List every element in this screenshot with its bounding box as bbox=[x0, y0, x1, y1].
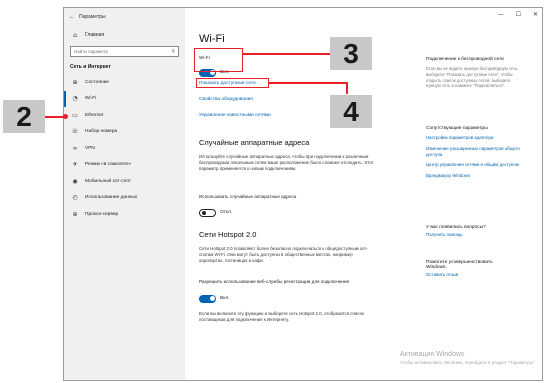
callout-3: 3 bbox=[330, 37, 372, 70]
airplane-icon: ✈ bbox=[72, 161, 78, 169]
right-heading: У вас появились вопросы? bbox=[426, 225, 486, 230]
sidebar-item-label: Ethernet bbox=[85, 112, 104, 118]
hotspot-text: Сети Hotspot 2.0 позволяют более безопас… bbox=[199, 246, 368, 264]
callout-4-highlight bbox=[196, 78, 269, 88]
home-icon: ⌂ bbox=[73, 31, 77, 39]
callout-4-line bbox=[269, 82, 347, 84]
hardware-properties-link[interactable]: Свойства оборудования bbox=[199, 97, 253, 102]
sidebar-item-6[interactable]: ◉ Мобильный хот-спот bbox=[64, 173, 185, 190]
search-placeholder: Найти параметр bbox=[74, 49, 109, 54]
callout-2: 2 bbox=[3, 100, 45, 133]
back-arrow-icon[interactable]: ← bbox=[69, 14, 79, 20]
data-usage-icon: ◴ bbox=[72, 194, 78, 202]
right-text: Если вы не видите нужную беспроводную се… bbox=[426, 66, 519, 89]
right-panel-connect: Подключение к беспроводной сети Если вы … bbox=[426, 57, 524, 89]
globe-icon: ⊕ bbox=[72, 78, 78, 86]
right-heading: Подключение к беспроводной сети bbox=[426, 57, 504, 62]
sidebar-item-label: Использование данных bbox=[85, 195, 138, 201]
window-controls: — ☐ ✕ bbox=[498, 11, 538, 18]
hotspot-icon: ◉ bbox=[72, 177, 78, 185]
right-panel-related: Сопутствующие параметры Настройка параме… bbox=[426, 126, 524, 179]
sidebar-nav: ⊕ Состояние ◔ Wi-Fi ▭ Ethernet ☏ Набор номера ∞ V… bbox=[64, 74, 185, 223]
sidebar-item-0[interactable]: ⊕ Состояние bbox=[64, 74, 185, 91]
sidebar-item-label: Состояние bbox=[85, 79, 109, 85]
sidebar-item-home[interactable]: ⌂ Главная bbox=[64, 28, 185, 42]
watermark-text: Чтобы активировать Windows, перейдите в … bbox=[400, 360, 536, 365]
page-title: Wi-Fi bbox=[199, 33, 225, 45]
random-addresses-text: Используйте случайные аппаратные адреса,… bbox=[199, 154, 374, 172]
close-button[interactable]: ✕ bbox=[533, 11, 538, 18]
random-addresses-state: Откл. bbox=[220, 210, 233, 216]
callout-3-line bbox=[243, 53, 330, 55]
sidebar-item-label: VPN bbox=[85, 145, 95, 151]
random-addresses-row: Откл. bbox=[199, 204, 232, 222]
sidebar: ← Параметры ⌂ Главная Найти параметр ⚲ С… bbox=[64, 8, 185, 380]
ethernet-icon: ▭ bbox=[72, 111, 78, 119]
maximize-button[interactable]: ☐ bbox=[516, 11, 521, 18]
right-heading: Помогите усовершенствовать Windows. bbox=[426, 260, 493, 270]
activation-watermark: Активация Windows Чтобы активировать Win… bbox=[400, 351, 536, 365]
sidebar-item-label: Мобильный хот-спот bbox=[85, 178, 132, 184]
settings-window: ← Параметры ⌂ Главная Найти параметр ⚲ С… bbox=[63, 7, 543, 381]
get-help-link[interactable]: Получить помощь bbox=[426, 232, 524, 238]
sidebar-item-label: Wi-Fi bbox=[85, 96, 97, 102]
sidebar-item-1[interactable]: ◔ Wi-Fi bbox=[64, 90, 185, 107]
callout-4: 4 bbox=[330, 95, 372, 128]
sidebar-item-label: Главная bbox=[85, 32, 105, 38]
globe-icon: ⊕ bbox=[72, 210, 78, 218]
callout-3-highlight bbox=[194, 48, 243, 72]
sidebar-item-7[interactable]: ◴ Использование данных bbox=[64, 190, 185, 207]
vpn-icon: ∞ bbox=[72, 144, 78, 152]
random-addresses-heading: Случайные аппаратные адреса bbox=[199, 138, 310, 147]
callout-2-dot bbox=[63, 114, 68, 119]
sidebar-item-2[interactable]: ▭ Ethernet bbox=[64, 107, 185, 124]
wifi-icon: ◔ bbox=[72, 95, 78, 103]
sidebar-item-label: Режим «в самолете» bbox=[85, 162, 132, 168]
watermark-title: Активация Windows bbox=[400, 351, 465, 358]
callout-4-line-vertical bbox=[346, 82, 348, 94]
sidebar-section-title: Сеть и Интернет bbox=[70, 64, 111, 70]
sidebar-item-label: Прокси-сервер bbox=[85, 211, 119, 217]
sharing-options-link[interactable]: Изменение расширенных параметров общего … bbox=[426, 146, 524, 158]
sidebar-item-5[interactable]: ✈ Режим «в самолете» bbox=[64, 157, 185, 174]
feedback-link[interactable]: Оставить отзыв bbox=[426, 272, 524, 278]
hotspot-note: Если вы включите эту функцию и выберете … bbox=[199, 311, 364, 323]
hotspot-label: Разрешить использование веб-службы регис… bbox=[199, 279, 350, 284]
hotspot-toggle-state: Вкл. bbox=[220, 296, 230, 302]
hotspot-toggle[interactable] bbox=[199, 294, 216, 303]
random-addresses-toggle[interactable] bbox=[199, 208, 216, 217]
network-center-link[interactable]: Центр управления сетями и общим доступом bbox=[426, 162, 524, 168]
window-title: Параметры bbox=[79, 13, 106, 20]
firewall-link[interactable]: Брандмауэр Windows bbox=[426, 173, 524, 179]
search-icon: ⚲ bbox=[171, 48, 175, 55]
hotspot-row: Вкл. bbox=[199, 290, 229, 308]
callout-2-line bbox=[45, 116, 65, 118]
right-panel-help: У вас появились вопросы? Получить помощь bbox=[426, 225, 524, 238]
right-panel-feedback: Помогите усовершенствовать Windows. Оста… bbox=[426, 260, 524, 278]
phone-icon: ☏ bbox=[71, 128, 79, 136]
random-addresses-label: Использовать случайные аппаратные адреса bbox=[199, 194, 297, 199]
search-input[interactable]: Найти параметр ⚲ bbox=[70, 46, 179, 57]
adapter-settings-link[interactable]: Настройка параметров адаптера bbox=[426, 135, 524, 141]
title-bar: ← Параметры bbox=[64, 8, 185, 25]
sidebar-item-4[interactable]: ∞ VPN bbox=[64, 140, 185, 157]
right-heading: Сопутствующие параметры bbox=[426, 126, 488, 131]
sidebar-item-3[interactable]: ☏ Набор номера bbox=[64, 124, 185, 141]
manage-known-networks-link[interactable]: Управление известными сетями bbox=[199, 113, 271, 118]
minimize-button[interactable]: — bbox=[498, 11, 504, 18]
sidebar-item-8[interactable]: ⊕ Прокси-сервер bbox=[64, 206, 185, 223]
sidebar-item-label: Набор номера bbox=[85, 129, 118, 135]
hotspot-heading: Сети Hotspot 2.0 bbox=[199, 230, 257, 239]
